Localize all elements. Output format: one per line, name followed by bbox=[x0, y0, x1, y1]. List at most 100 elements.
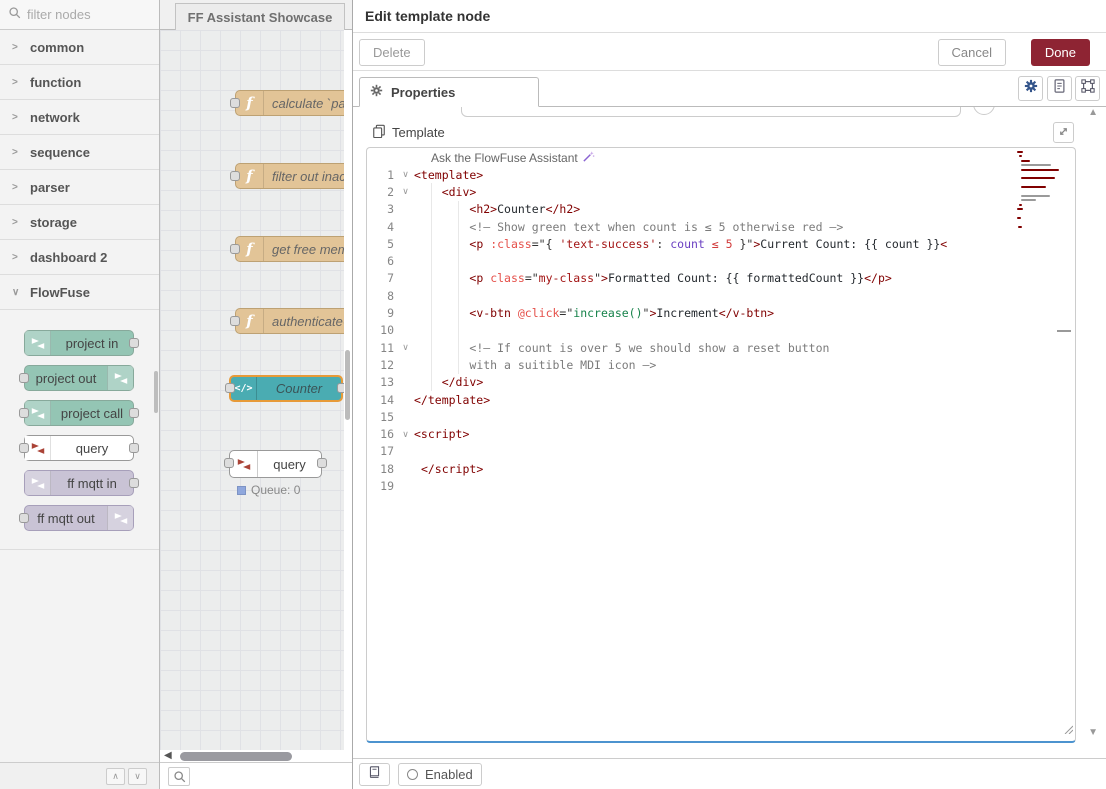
palette-node-project-out[interactable]: project out bbox=[24, 365, 134, 391]
assistant-hint[interactable]: Ask the FlowFuse Assistant bbox=[431, 150, 595, 166]
code-line[interactable]: 11∨ <!— If count is over 5 we should sho… bbox=[367, 339, 1075, 356]
code-line[interactable]: 18 </script> bbox=[367, 460, 1075, 477]
palette-search[interactable] bbox=[0, 0, 159, 30]
code-line[interactable]: 16∨<script> bbox=[367, 425, 1075, 442]
dialog-title: Edit template node bbox=[353, 0, 1106, 33]
output-port bbox=[129, 338, 139, 348]
code-line[interactable]: 19 bbox=[367, 477, 1075, 494]
palette-scrollbar[interactable] bbox=[154, 371, 158, 413]
palette-node-project-call[interactable]: project call bbox=[24, 400, 134, 426]
palette-category-label: dashboard 2 bbox=[30, 250, 107, 265]
scrolled-field-partial bbox=[461, 107, 961, 117]
code-line[interactable]: 3 <h2>Counter</h2> bbox=[367, 201, 1075, 218]
code-line[interactable]: 9 <v-btn @click="increase()">Increment</… bbox=[367, 304, 1075, 321]
palette-category-function[interactable]: >function bbox=[0, 65, 159, 100]
code-line[interactable]: 4 <!— Show green text when count is ≤ 5 … bbox=[367, 218, 1075, 235]
node-description-button[interactable] bbox=[1047, 76, 1072, 101]
palette-category-common[interactable]: >common bbox=[0, 30, 159, 65]
palette-node-ff-mqtt-out[interactable]: ff mqtt out bbox=[24, 505, 134, 531]
chevron-right-icon: > bbox=[12, 77, 20, 88]
minimap-line bbox=[1021, 169, 1059, 171]
input-port[interactable] bbox=[225, 383, 235, 393]
done-button[interactable]: Done bbox=[1031, 39, 1090, 66]
form-scroll-down-arrow[interactable]: ▼ bbox=[1088, 727, 1098, 738]
input-port bbox=[19, 373, 29, 383]
palette-filter-input[interactable] bbox=[27, 7, 137, 22]
input-port bbox=[19, 443, 29, 453]
palette-category-storage[interactable]: >storage bbox=[0, 205, 159, 240]
code-line[interactable]: 6 bbox=[367, 252, 1075, 269]
group-appearance-button[interactable] bbox=[1075, 76, 1100, 101]
enabled-toggle-button[interactable]: Enabled bbox=[398, 763, 482, 786]
fold-chevron-icon[interactable]: ∨ bbox=[397, 342, 414, 353]
horizontal-scroll-thumb[interactable] bbox=[180, 752, 292, 761]
palette-flowfuse-nodes: project in project out project call bbox=[0, 310, 159, 550]
code-line[interactable]: 8 bbox=[367, 287, 1075, 304]
delete-button[interactable]: Delete bbox=[359, 39, 425, 66]
node-settings-button[interactable] bbox=[1018, 76, 1043, 101]
palette-node-query[interactable]: query bbox=[24, 435, 134, 461]
editor-resize-grip[interactable] bbox=[1063, 721, 1073, 739]
code-line[interactable]: 15 bbox=[367, 408, 1075, 425]
code-text: <h2>Counter</h2> bbox=[414, 202, 580, 216]
line-number: 13 bbox=[367, 375, 397, 389]
vertical-scroll-thumb[interactable] bbox=[345, 350, 350, 420]
workspace-zoom-button[interactable] bbox=[168, 767, 190, 786]
copy-pages-icon bbox=[372, 124, 386, 141]
workspace-tab[interactable]: FF Assistant Showcase bbox=[175, 3, 345, 30]
help-book-button[interactable] bbox=[359, 763, 390, 786]
fold-chevron-icon[interactable]: ∨ bbox=[397, 186, 414, 197]
workspace-vertical-scrollbar[interactable] bbox=[344, 30, 352, 750]
palette-node-ff-mqtt-in[interactable]: ff mqtt in bbox=[24, 470, 134, 496]
code-line[interactable]: 10 bbox=[367, 322, 1075, 339]
fold-chevron-icon[interactable]: ∨ bbox=[397, 429, 414, 440]
flow-node-query[interactable]: query bbox=[229, 450, 322, 478]
palette-node-project-in[interactable]: project in bbox=[24, 330, 134, 356]
input-port[interactable] bbox=[230, 98, 240, 108]
palette-category-sequence[interactable]: >sequence bbox=[0, 135, 159, 170]
code-text: <p class="my-class">Formatted Count: {{ … bbox=[414, 271, 892, 285]
code-line[interactable]: 17 bbox=[367, 443, 1075, 460]
palette-expand-all-button[interactable]: ∨ bbox=[128, 768, 147, 785]
minimap-line bbox=[1017, 208, 1023, 210]
flow-canvas[interactable]: f calculate `pay f filter out inacti f g… bbox=[160, 30, 344, 750]
status-text: Queue: 0 bbox=[251, 483, 300, 497]
flow-node-template-counter[interactable]: </> Counter bbox=[229, 375, 343, 402]
code-text: </template> bbox=[414, 393, 490, 407]
line-number: 1 bbox=[367, 168, 397, 182]
palette-category-dashboard-2[interactable]: >dashboard 2 bbox=[0, 240, 159, 275]
palette-category-network[interactable]: >network bbox=[0, 100, 159, 135]
line-number: 12 bbox=[367, 358, 397, 372]
code-line[interactable]: 1∨<template> bbox=[367, 166, 1075, 183]
input-port[interactable] bbox=[224, 458, 234, 468]
fold-chevron-icon[interactable]: ∨ bbox=[397, 169, 414, 180]
palette-collapse-all-button[interactable]: ∧ bbox=[106, 768, 125, 785]
input-port[interactable] bbox=[230, 244, 240, 254]
input-port[interactable] bbox=[230, 316, 240, 326]
code-line[interactable]: 2∨ <div> bbox=[367, 183, 1075, 200]
scroll-left-arrow-icon[interactable]: ◀ bbox=[164, 750, 172, 761]
enabled-circle-icon bbox=[407, 769, 418, 780]
tab-properties[interactable]: Properties bbox=[359, 77, 539, 107]
code-line[interactable]: 14</template> bbox=[367, 391, 1075, 408]
palette-node-label: project in bbox=[51, 331, 133, 355]
editor-lines[interactable]: 1∨<template>2∨ <div>3 <h2>Counter</h2>4 … bbox=[367, 166, 1075, 495]
palette-category-parser[interactable]: >parser bbox=[0, 170, 159, 205]
editor-expand-button[interactable] bbox=[1053, 122, 1074, 143]
cancel-button[interactable]: Cancel bbox=[938, 39, 1006, 66]
code-line[interactable]: 5 <p :class="{ 'text-success': count ≤ 5… bbox=[367, 235, 1075, 252]
input-port[interactable] bbox=[230, 171, 240, 181]
palette-category-FlowFuse[interactable]: ∨FlowFuse bbox=[0, 275, 159, 310]
code-line[interactable]: 12 with a suitible MDI icon —> bbox=[367, 356, 1075, 373]
form-scroll-up-arrow[interactable]: ▲ bbox=[1088, 107, 1098, 118]
enabled-label: Enabled bbox=[425, 767, 473, 782]
code-text: with a suitible MDI icon —> bbox=[414, 358, 656, 372]
editor-minimap[interactable] bbox=[1017, 151, 1063, 234]
code-line[interactable]: 13 </div> bbox=[367, 374, 1075, 391]
node-label: query bbox=[258, 451, 321, 477]
line-number: 18 bbox=[367, 462, 397, 476]
function-icon: f bbox=[236, 237, 264, 261]
code-line[interactable]: 7 <p class="my-class">Formatted Count: {… bbox=[367, 270, 1075, 287]
template-code-editor[interactable]: Ask the FlowFuse Assistant 1∨<template>2… bbox=[366, 147, 1076, 743]
output-port[interactable] bbox=[317, 458, 327, 468]
